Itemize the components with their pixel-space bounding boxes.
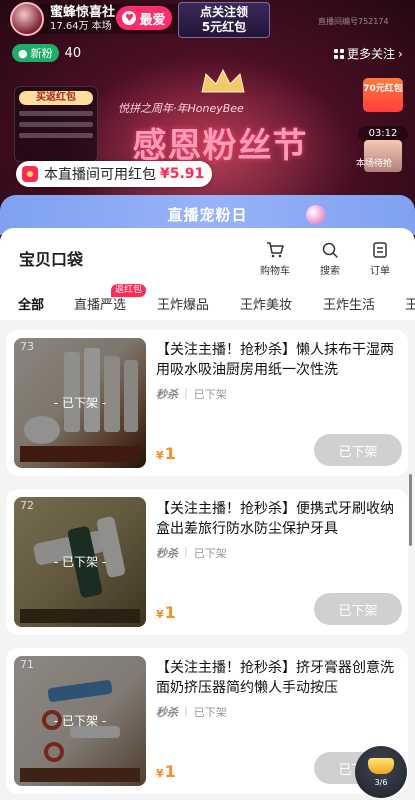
crown-icon xyxy=(201,68,245,93)
left-card-line xyxy=(19,122,93,127)
product-title[interactable]: 【关注主播！抢秒杀】挤牙膏器创意洗面奶挤压器简约懒人手动按压 xyxy=(156,658,396,698)
new-fans-count: 40 xyxy=(64,45,82,61)
product-status: 已下架 xyxy=(193,388,227,401)
favorite-label: 最爱 xyxy=(139,12,166,28)
price-value: 1 xyxy=(164,603,176,622)
currency-symbol: ¥ xyxy=(156,449,164,462)
orb-icon xyxy=(306,205,326,225)
flash-sale-tag: 秒杀 xyxy=(156,706,178,719)
stage-subtitle: 悦拼之周年·年HoneyBee xyxy=(118,102,244,115)
price-value: 1 xyxy=(164,444,176,463)
heart-icon: ♥ xyxy=(122,11,137,25)
order-button[interactable]: 订单 xyxy=(360,242,400,277)
product-card[interactable]: 71 - 已下架 - 【关注主播！抢秒杀】挤牙膏器创意洗面奶挤压器简约懒人手动按… xyxy=(6,648,408,794)
more-follow-button[interactable]: 更多关注 › xyxy=(334,45,403,62)
redpack-text: 本直播间可用红包 xyxy=(44,167,156,183)
host-name: 蜜蜂惊喜社 xyxy=(50,5,116,21)
product-meta: 秒杀 | 已下架 xyxy=(156,386,227,402)
search-label: 搜索 xyxy=(320,266,340,277)
redpack-widget[interactable]: 70元红包 xyxy=(363,78,403,112)
scrollbar[interactable] xyxy=(409,474,412,546)
product-price: ¥1 xyxy=(156,444,176,463)
search-button[interactable]: 搜索 xyxy=(310,242,350,277)
order-label: 订单 xyxy=(370,266,390,277)
event-band-title: 直播宠粉日 xyxy=(167,206,248,224)
product-thumbnail[interactable]: 73 - 已下架 - xyxy=(14,338,146,468)
gold-ingot-icon xyxy=(368,757,394,774)
currency-symbol: ¥ xyxy=(156,608,164,621)
tab-beauty[interactable]: 王炸美妆 xyxy=(240,294,292,313)
product-card[interactable]: 72 - 已下架 - 【关注主播！抢秒杀】便携式牙刷收纳盒出差旅行防水防尘保护牙… xyxy=(6,489,408,635)
new-fans-row: ● 新粉 40 xyxy=(12,44,81,62)
meta-divider: | xyxy=(184,704,188,717)
product-thumbnail[interactable]: 72 - 已下架 - xyxy=(14,497,146,627)
stage-title: 感恩粉丝节 xyxy=(132,126,308,166)
buy-return-redpack-card[interactable]: 买返红包 xyxy=(14,86,98,162)
bag-page-indicator: 3/6 xyxy=(374,777,388,787)
left-card-line xyxy=(19,133,93,138)
search-icon xyxy=(322,242,338,258)
category-tabs: 全部 直播严选 王炸爆品 王炸美妆 王炸生活 王 xyxy=(0,286,415,320)
product-price: ¥1 xyxy=(156,603,176,622)
host-fans: 17.64万 本场 xyxy=(50,20,112,32)
pending-redpack-label: 本场待抢 xyxy=(356,159,393,169)
more-follow-label: 更多关注 xyxy=(347,47,396,61)
product-rank: 71 xyxy=(20,658,34,671)
soldout-overlay-text: - 已下架 - xyxy=(53,555,107,569)
host-info: 蜜蜂惊喜社 17.64万 本场 xyxy=(50,5,116,32)
redpack-icon xyxy=(22,166,38,182)
tab-all[interactable]: 全部 xyxy=(18,294,44,313)
product-meta: 秒杀 | 已下架 xyxy=(156,704,227,720)
left-card-line xyxy=(19,111,93,116)
sheet-title: 宝贝口袋 xyxy=(19,250,84,269)
product-rank: 73 xyxy=(20,340,34,353)
chevron-right-icon: › xyxy=(398,46,403,61)
product-rank: 72 xyxy=(20,499,34,512)
product-status: 已下架 xyxy=(193,706,227,719)
cart-icon xyxy=(267,242,284,258)
cart-label: 购物车 xyxy=(260,266,290,277)
product-title[interactable]: 【关注主播！抢秒杀】懒人抹布干湿两用吸水吸油厨房用纸一次性洗 xyxy=(156,340,396,380)
follow-promo-banner[interactable]: 点关注领 5元红包 xyxy=(178,2,270,38)
product-card[interactable]: 73 - 已下架 - 【关注主播！抢秒杀】懒人抹布干湿两用吸水吸油厨房用纸一次性… xyxy=(6,330,408,476)
price-value: 1 xyxy=(164,762,176,781)
cart-button[interactable]: 购物车 xyxy=(255,242,295,277)
new-fans-label: 新粉 xyxy=(30,47,53,60)
leaf-icon: ● xyxy=(18,46,28,60)
flash-sale-tag: 秒杀 xyxy=(156,388,178,401)
tab-hot-items[interactable]: 王炸爆品 xyxy=(157,294,209,313)
meta-divider: | xyxy=(184,545,188,558)
available-redpack-pill[interactable]: 本直播间可用红包 ¥5.91 xyxy=(16,161,213,187)
soldout-button[interactable]: 已下架 xyxy=(314,593,402,625)
promo-line1: 点关注领 xyxy=(199,5,248,19)
cashback-badge: 返红包 xyxy=(111,284,147,297)
grid-icon xyxy=(334,48,344,59)
promo-line2: 5元红包 xyxy=(201,20,247,34)
new-fans-badge: ● 新粉 xyxy=(12,44,59,62)
tab-more[interactable]: 王 xyxy=(405,294,415,313)
soldout-button[interactable]: 已下架 xyxy=(314,434,402,466)
product-price: ¥1 xyxy=(156,762,176,781)
soldout-overlay-text: - 已下架 - xyxy=(53,396,107,410)
meta-divider: | xyxy=(184,386,188,399)
product-status: 已下架 xyxy=(193,547,227,560)
order-icon xyxy=(373,242,387,258)
redpack-amount: ¥5.91 xyxy=(160,166,205,182)
redpack-widget-label: 70元红包 xyxy=(363,84,403,94)
soldout-overlay-text: - 已下架 - xyxy=(53,714,107,728)
flash-sale-tag: 秒杀 xyxy=(156,547,178,560)
product-thumbnail[interactable]: 71 - 已下架 - xyxy=(14,656,146,786)
product-title[interactable]: 【关注主播！抢秒杀】便携式牙刷收纳盒出差旅行防水防尘保护牙具 xyxy=(156,499,396,539)
product-meta: 秒杀 | 已下架 xyxy=(156,545,227,561)
room-id: 直播间编号752174 xyxy=(318,17,389,26)
favorite-button[interactable]: ♥ 最爱 xyxy=(116,6,172,30)
left-card-title: 买返红包 xyxy=(19,91,93,105)
tab-life[interactable]: 王炸生活 xyxy=(323,294,375,313)
currency-symbol: ¥ xyxy=(156,767,164,780)
host-avatar[interactable] xyxy=(10,2,44,36)
floating-bag-button[interactable]: 3/6 xyxy=(355,746,407,798)
